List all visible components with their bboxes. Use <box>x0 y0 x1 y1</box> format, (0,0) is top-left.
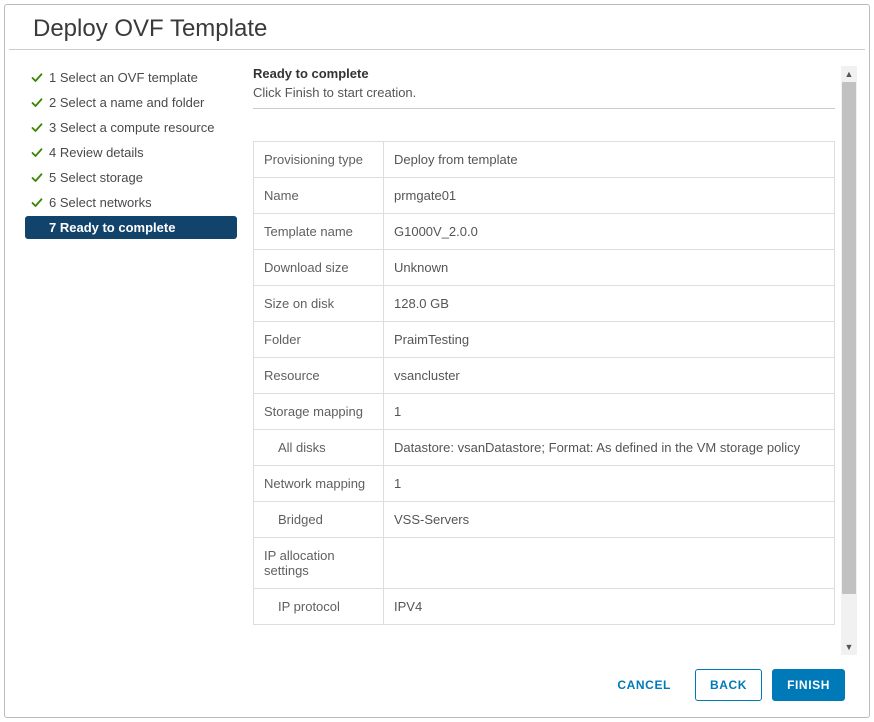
wizard-step-label: 2 Select a name and folder <box>49 95 204 110</box>
wizard-step-1[interactable]: 1 Select an OVF template <box>25 66 237 89</box>
table-row: Download sizeUnknown <box>254 250 835 286</box>
scroll-thumb[interactable] <box>842 82 856 594</box>
summary-key: Network mapping <box>254 466 384 502</box>
summary-key: Name <box>254 178 384 214</box>
spacer <box>253 109 835 141</box>
wizard-sidebar: 1 Select an OVF template 2 Select a name … <box>9 50 237 655</box>
summary-key: All disks <box>254 430 384 466</box>
dialog-title: Deploy OVF Template <box>9 5 865 50</box>
table-row: Nameprmgate01 <box>254 178 835 214</box>
summary-key: Folder <box>254 322 384 358</box>
scroll-down-arrow-icon[interactable]: ▼ <box>841 639 857 655</box>
summary-key: Download size <box>254 250 384 286</box>
summary-key: Provisioning type <box>254 142 384 178</box>
summary-value <box>384 538 835 589</box>
check-icon <box>29 147 45 159</box>
summary-value: PraimTesting <box>384 322 835 358</box>
check-icon <box>29 97 45 109</box>
summary-key: Bridged <box>254 502 384 538</box>
table-row: Provisioning typeDeploy from template <box>254 142 835 178</box>
summary-value: 1 <box>384 394 835 430</box>
check-icon <box>29 172 45 184</box>
summary-value: IPV4 <box>384 589 835 625</box>
check-icon <box>29 197 45 209</box>
finish-button[interactable]: FINISH <box>772 669 845 701</box>
table-row: Size on disk128.0 GB <box>254 286 835 322</box>
wizard-step-label: 7 Ready to complete <box>49 220 175 235</box>
scroll-up-arrow-icon[interactable]: ▲ <box>841 66 857 82</box>
table-row: Template nameG1000V_2.0.0 <box>254 214 835 250</box>
check-icon <box>29 72 45 84</box>
wizard-step-5[interactable]: 5 Select storage <box>25 166 237 189</box>
wizard-step-label: 3 Select a compute resource <box>49 120 214 135</box>
table-row: IP protocolIPV4 <box>254 589 835 625</box>
table-row: Resourcevsancluster <box>254 358 835 394</box>
dialog-content: 1 Select an OVF template 2 Select a name … <box>5 50 869 655</box>
cancel-button[interactable]: CANCEL <box>603 670 685 700</box>
wizard-step-6[interactable]: 6 Select networks <box>25 191 237 214</box>
table-row: All disksDatastore: vsanDatastore; Forma… <box>254 430 835 466</box>
summary-key: IP protocol <box>254 589 384 625</box>
section-description: Click Finish to start creation. <box>253 85 835 109</box>
check-icon <box>29 122 45 134</box>
wizard-step-label: 5 Select storage <box>49 170 143 185</box>
dialog-footer: CANCEL BACK FINISH <box>5 655 869 717</box>
table-row: BridgedVSS-Servers <box>254 502 835 538</box>
deploy-ovf-dialog: Deploy OVF Template 1 Select an OVF temp… <box>4 4 870 718</box>
scroll-track[interactable] <box>841 82 857 639</box>
wizard-step-label: 4 Review details <box>49 145 144 160</box>
summary-value: prmgate01 <box>384 178 835 214</box>
summary-key: Storage mapping <box>254 394 384 430</box>
summary-key: IP allocation settings <box>254 538 384 589</box>
summary-key: Template name <box>254 214 384 250</box>
table-row: Storage mapping1 <box>254 394 835 430</box>
table-row: Network mapping1 <box>254 466 835 502</box>
wizard-step-2[interactable]: 2 Select a name and folder <box>25 91 237 114</box>
summary-value: G1000V_2.0.0 <box>384 214 835 250</box>
wizard-step-3[interactable]: 3 Select a compute resource <box>25 116 237 139</box>
table-row: FolderPraimTesting <box>254 322 835 358</box>
wizard-step-7[interactable]: 7 Ready to complete <box>25 216 237 239</box>
summary-table: Provisioning typeDeploy from templateNam… <box>253 141 835 625</box>
back-button[interactable]: BACK <box>695 669 762 701</box>
summary-key: Size on disk <box>254 286 384 322</box>
summary-value: vsancluster <box>384 358 835 394</box>
table-row: IP allocation settings <box>254 538 835 589</box>
summary-value: 1 <box>384 466 835 502</box>
wizard-step-4[interactable]: 4 Review details <box>25 141 237 164</box>
section-title: Ready to complete <box>253 66 835 81</box>
summary-value: Deploy from template <box>384 142 835 178</box>
vertical-scrollbar[interactable]: ▲ ▼ <box>841 66 857 655</box>
summary-value: 128.0 GB <box>384 286 835 322</box>
wizard-step-label: 6 Select networks <box>49 195 152 210</box>
wizard-step-label: 1 Select an OVF template <box>49 70 198 85</box>
wizard-main: Ready to complete Click Finish to start … <box>237 50 865 655</box>
summary-value: VSS-Servers <box>384 502 835 538</box>
summary-key: Resource <box>254 358 384 394</box>
summary-value: Datastore: vsanDatastore; Format: As def… <box>384 430 835 466</box>
main-scroll-area: Ready to complete Click Finish to start … <box>253 66 841 655</box>
summary-value: Unknown <box>384 250 835 286</box>
